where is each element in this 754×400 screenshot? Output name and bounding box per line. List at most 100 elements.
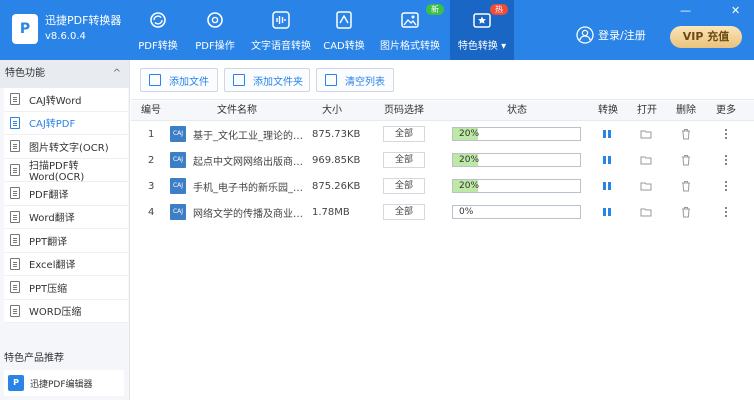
sidebar-item-caj-to-word[interactable]: CAJ转Word (4, 88, 128, 112)
more-cell (719, 121, 733, 147)
file-name-cell: CAJ 手机_电子书的新乐园_张... (170, 173, 305, 199)
table-row[interactable]: 2 CAJ 起点中文网网络出版商业... 969.85KB 全部 20% (131, 147, 754, 173)
vip-recharge-button[interactable]: VIP 充值 (670, 26, 742, 48)
sidebar-item-ppt-translate[interactable]: PPT翻译 (4, 229, 128, 253)
file-name: 手机_电子书的新乐园_张... (193, 182, 305, 194)
open-cell (639, 121, 653, 147)
promo-pdf-editor[interactable]: P 迅捷PDF编辑器 (4, 370, 124, 396)
row-number: 4 (148, 206, 155, 218)
more-dots-icon[interactable] (719, 205, 733, 219)
folder-open-icon[interactable] (639, 205, 653, 219)
file-name: 网络文学的传播及商业化... (193, 208, 305, 220)
add-folder-button[interactable]: 添加文件夹 (224, 68, 310, 92)
voice-wave-icon (272, 11, 290, 29)
promo-item-label: 迅捷PDF编辑器 (30, 379, 93, 390)
document-icon (10, 234, 20, 247)
settings-icon (207, 12, 223, 28)
trash-icon[interactable] (679, 179, 693, 193)
close-button[interactable]: ✕ (731, 4, 740, 17)
pause-convert-icon[interactable] (600, 153, 614, 167)
sidebar-item-image-ocr[interactable]: 图片转文字(OCR) (4, 135, 128, 159)
column-header: 编号 (141, 105, 161, 116)
login-register-label: 登录/注册 (598, 29, 646, 42)
collapse-icon[interactable]: ^ (113, 60, 121, 88)
sidebar-item-label: PPT压缩 (29, 283, 68, 295)
nav-pdf-convert[interactable]: PDF转换 (130, 0, 186, 60)
convert-cell (600, 147, 614, 173)
column-header: 页码选择 (384, 105, 424, 116)
trash-icon[interactable] (679, 127, 693, 141)
page-select[interactable]: 全部 (383, 178, 425, 194)
nav-feature-convert[interactable]: 特色转换 ▾ 热 (450, 0, 514, 60)
clear-list-button[interactable]: 清空列表 (316, 68, 394, 92)
sidebar-item-pdf-translate[interactable]: PDF翻译 (4, 182, 128, 206)
folder-open-icon[interactable] (639, 179, 653, 193)
sidebar-header[interactable]: 特色功能 ^ (0, 60, 129, 88)
table-row[interactable]: 3 CAJ 手机_电子书的新乐园_张... 875.26KB 全部 20% (131, 173, 754, 199)
column-header: 大小 (322, 105, 342, 116)
nav-label: PDF操作 (195, 41, 235, 52)
add-folder-label: 添加文件夹 (253, 76, 303, 88)
pause-convert-icon[interactable] (600, 179, 614, 193)
column-header: 转换 (598, 105, 618, 116)
delete-cell (679, 199, 693, 225)
minimize-button[interactable]: — (680, 4, 691, 17)
folder-open-icon[interactable] (639, 153, 653, 167)
row-number: 1 (148, 128, 155, 140)
sidebar-item-label: CAJ转Word (29, 95, 82, 107)
sidebar-item-word-compress[interactable]: WORD压缩 (4, 299, 128, 323)
progress-text: 20% (459, 155, 480, 165)
sidebar-item-label: PDF翻译 (29, 189, 69, 201)
trash-icon[interactable] (679, 205, 693, 219)
page-select[interactable]: 全部 (383, 204, 425, 220)
file-name-cell: CAJ 基于_文化工业_理论的手... (170, 121, 305, 147)
more-cell (719, 147, 733, 173)
hot-badge: 热 (490, 4, 508, 15)
document-icon (10, 257, 20, 270)
login-register-link[interactable]: 登录/注册 (576, 26, 646, 44)
sidebar-item-excel-translate[interactable]: Excel翻译 (4, 252, 128, 276)
convert-cell (600, 121, 614, 147)
add-file-button[interactable]: 添加文件 (140, 68, 218, 92)
status-cell: 20% (452, 173, 581, 199)
page-select[interactable]: 全部 (383, 126, 425, 142)
nav-image-format[interactable]: 图片格式转换 新 (370, 0, 450, 60)
progress-bar: 20% (452, 153, 581, 167)
document-icon (10, 304, 20, 317)
more-dots-icon[interactable] (719, 153, 733, 167)
app-version: v8.6.0.4 (45, 31, 86, 42)
folder-open-icon[interactable] (639, 127, 653, 141)
sidebar-item-label: 图片转文字(OCR) (29, 142, 109, 154)
file-size: 875.73KB (312, 128, 361, 140)
file-name-cell: CAJ 网络文学的传播及商业化... (170, 199, 305, 225)
nav-cad-convert[interactable]: CAD转换 (318, 0, 370, 60)
main-nav: PDF转换 PDF操作 文字语音转换 CAD转换 图片格式转换 新 特色转换 ▾… (130, 0, 514, 60)
pause-convert-icon[interactable] (600, 205, 614, 219)
pause-convert-icon[interactable] (600, 127, 614, 141)
open-cell (639, 147, 653, 173)
column-header: 更多 (716, 105, 736, 116)
progress-bar: 20% (452, 127, 581, 141)
sidebar-item-label: Word翻译 (29, 213, 75, 225)
more-dots-icon[interactable] (719, 179, 733, 193)
table-row[interactable]: 1 CAJ 基于_文化工业_理论的手... 875.73KB 全部 20% (131, 121, 754, 147)
sidebar: 特色功能 ^ CAJ转Word CAJ转PDF 图片转文字(OCR) 扫描PDF… (0, 60, 130, 400)
page-select[interactable]: 全部 (383, 152, 425, 168)
nav-text-voice[interactable]: 文字语音转换 (244, 0, 318, 60)
sidebar-item-label: CAJ转PDF (29, 119, 76, 131)
more-dots-icon[interactable] (719, 127, 733, 141)
caj-file-icon: CAJ (170, 178, 186, 194)
table-row[interactable]: 4 CAJ 网络文学的传播及商业化... 1.78MB 全部 0% (131, 199, 754, 225)
nav-pdf-operate[interactable]: PDF操作 (186, 0, 244, 60)
trash-icon[interactable] (679, 153, 693, 167)
add-file-icon (149, 74, 161, 86)
sidebar-item-scan-pdf-ocr[interactable]: 扫描PDF转Word(OCR) (4, 158, 128, 183)
document-icon (10, 187, 20, 200)
document-icon (10, 140, 20, 153)
sidebar-item-caj-to-pdf[interactable]: CAJ转PDF (4, 111, 128, 135)
sidebar-item-word-translate[interactable]: Word翻译 (4, 205, 128, 229)
progress-text: 20% (459, 181, 480, 191)
image-icon (401, 12, 419, 28)
open-cell (639, 199, 653, 225)
sidebar-item-ppt-compress[interactable]: PPT压缩 (4, 276, 128, 300)
